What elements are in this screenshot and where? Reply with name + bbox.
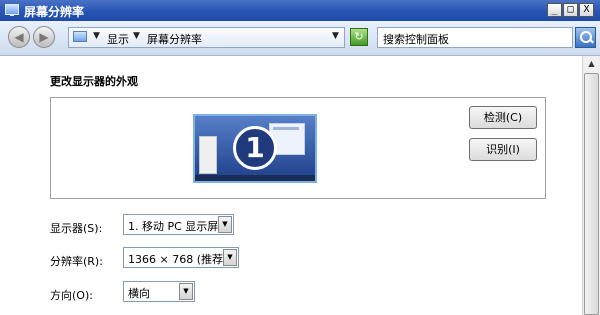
back-button[interactable]: ◀ [8,26,30,48]
display-select[interactable]: 1. 移动 PC 显示屏 ▼ [123,214,234,235]
breadcrumb-display[interactable]: 显示 [107,31,129,47]
scroll-up-icon[interactable]: ▲ [584,56,599,72]
display-select-value: 1. 移动 PC 显示屏 [128,220,219,233]
orientation-label: 方向(O): [50,289,93,302]
detect-button[interactable]: 检测(C) [469,106,537,129]
address-toolbar: ◀ ▶ ▼ 显示 ▼ 屏幕分辨率 ▼ ↻ 搜索控制面板 [0,21,600,56]
monitor-1-preview[interactable]: 1 [193,114,317,183]
address-dropdown-icon[interactable]: ▼ [332,31,339,41]
main-content: 更改显示器的外观 1 检测(C) 识别(I) 显示器(S): 1. 移动 PC … [0,56,582,315]
vertical-scrollbar[interactable]: ▲ [582,56,600,315]
monitor-icon [73,31,87,42]
search-input[interactable]: 搜索控制面板 [377,27,573,48]
monitor-number-badge: 1 [233,126,277,170]
identify-button[interactable]: 识别(I) [469,138,537,161]
display-label: 显示器(S): [50,222,103,235]
resolution-select-value: 1366 × 768 (推荐) [128,253,228,266]
mini-sidebar-graphic [199,136,217,174]
back-arrow-icon: ◀ [14,30,24,44]
title-bar: 屏幕分辨率 _ □ X [0,0,600,21]
monitor-icon [5,4,19,16]
forward-arrow-icon: ▶ [39,30,49,44]
refresh-button[interactable]: ↻ [350,28,368,46]
chevron-down-icon[interactable]: ▼ [179,283,193,300]
minimize-button[interactable]: _ [547,3,562,17]
close-button[interactable]: X [579,3,594,17]
chevron-down-icon[interactable]: ▼ [223,249,237,266]
window-title: 屏幕分辨率 [24,5,85,19]
chevron-down-icon[interactable]: ▼ [133,31,140,41]
scroll-thumb[interactable] [584,73,599,315]
maximize-button[interactable]: □ [563,3,578,17]
search-button[interactable] [575,27,596,48]
orientation-select-value: 横向 [128,287,150,300]
chevron-down-icon[interactable]: ▼ [93,31,100,41]
page-title: 更改显示器的外观 [50,75,138,88]
chevron-down-icon[interactable]: ▼ [218,216,232,233]
address-bar[interactable]: ▼ 显示 ▼ 屏幕分辨率 ▼ [68,27,345,48]
orientation-select[interactable]: 横向 ▼ [123,281,195,302]
breadcrumb-screen-resolution[interactable]: 屏幕分辨率 [147,31,202,47]
refresh-icon: ↻ [354,30,364,43]
forward-button[interactable]: ▶ [33,26,55,48]
resolution-label: 分辨率(R): [50,255,103,268]
resolution-select[interactable]: 1366 × 768 (推荐) ▼ [123,247,239,268]
display-preview: 1 检测(C) 识别(I) [50,97,546,199]
mini-taskbar-graphic [195,175,315,181]
